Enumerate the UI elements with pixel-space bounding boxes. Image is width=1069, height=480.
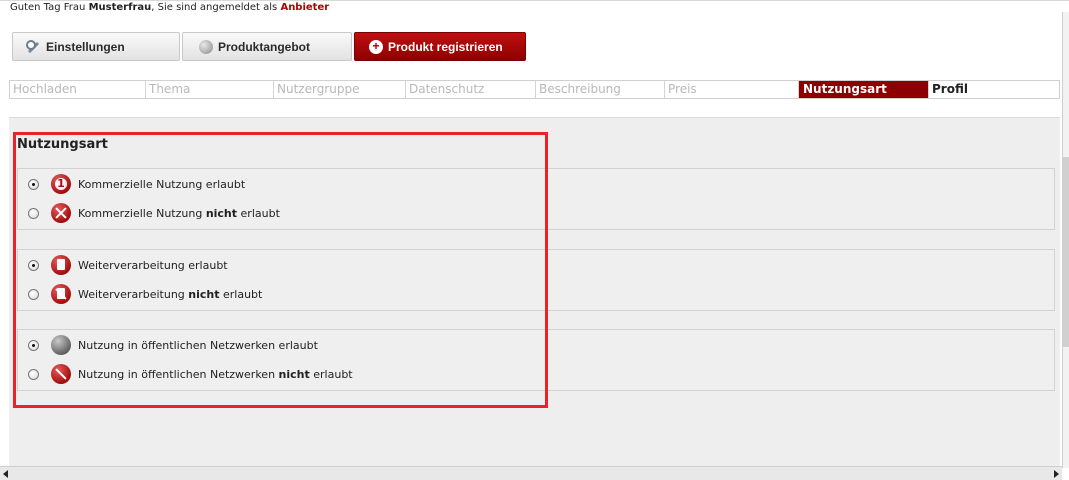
horizontal-scrollbar[interactable]: [0, 466, 1062, 480]
step-thema[interactable]: Thema: [146, 81, 274, 98]
wrench-icon: [25, 39, 41, 55]
step-datenschutz[interactable]: Datenschutz: [406, 81, 536, 98]
greeting: Guten Tag Frau Musterfrau, Sie sind ange…: [10, 2, 329, 13]
top-border: [0, 0, 1069, 1]
user-name: Musterfrau: [88, 2, 152, 13]
plus-icon: +: [369, 39, 383, 54]
greeting-prefix: Guten Tag Frau: [10, 2, 89, 13]
main-nav: Einstellungen Produktangebot + Produkt r…: [12, 32, 528, 61]
vertical-scroll-thumb[interactable]: [1063, 157, 1069, 347]
wizard-steps: Hochladen Thema Nutzergruppe Datenschutz…: [9, 80, 1060, 99]
vertical-scrollbar[interactable]: [1062, 12, 1069, 468]
greeting-middle: , Sie sind angemeldet als: [151, 2, 281, 13]
register-product-button[interactable]: + Produkt registrieren: [354, 32, 526, 61]
step-nutzungsart[interactable]: Nutzungsart: [799, 81, 929, 98]
product-offer-label: Produktangebot: [218, 39, 310, 54]
step-profil[interactable]: Profil: [929, 81, 1059, 98]
coin-icon: [199, 39, 213, 54]
highlight-frame: [13, 132, 548, 408]
settings-label: Einstellungen: [46, 39, 125, 54]
step-nutzergruppe[interactable]: Nutzergruppe: [274, 81, 406, 98]
step-beschreibung[interactable]: Beschreibung: [536, 81, 665, 98]
settings-button[interactable]: Einstellungen: [12, 32, 180, 61]
register-product-label: Produkt registrieren: [388, 39, 503, 54]
step-preis[interactable]: Preis: [665, 81, 799, 98]
scroll-right-icon[interactable]: [1054, 470, 1059, 478]
product-offer-button[interactable]: Produktangebot: [182, 32, 352, 61]
scroll-left-icon[interactable]: [3, 470, 8, 478]
user-role: Anbieter: [280, 2, 330, 13]
step-hochladen[interactable]: Hochladen: [10, 81, 146, 98]
